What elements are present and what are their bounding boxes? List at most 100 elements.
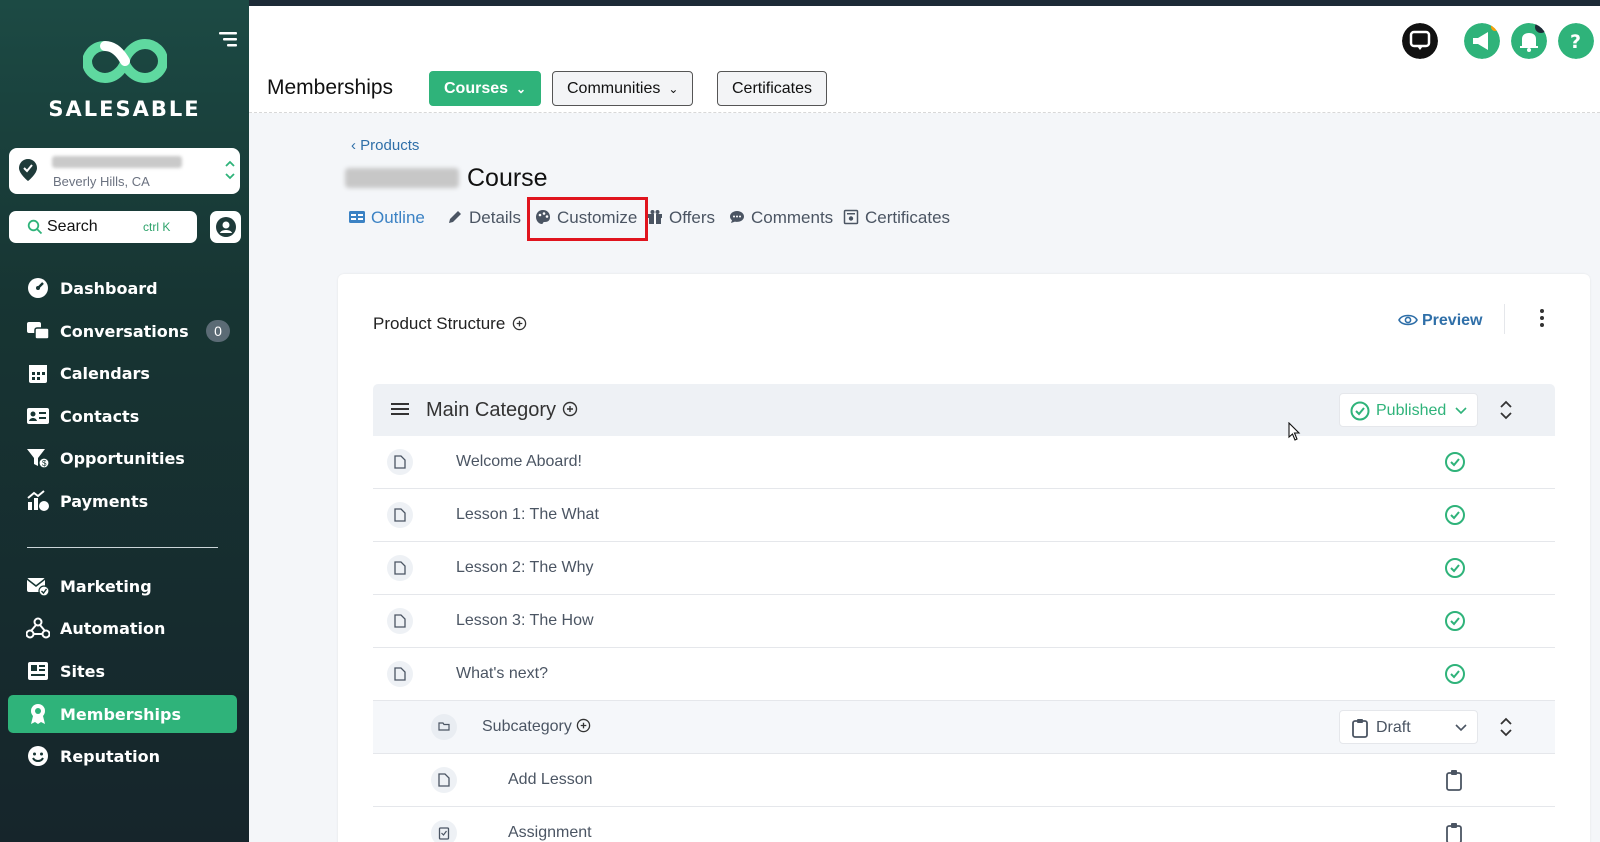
collapse-expand-icon[interactable] <box>1499 398 1513 422</box>
product-structure-card: Product Structure Preview Main Category … <box>338 274 1590 842</box>
mouse-cursor-icon <box>1288 422 1301 441</box>
category-row[interactable]: Main Category Published <box>373 384 1555 436</box>
collapse-expand-icon[interactable] <box>1499 715 1513 739</box>
chevron-down-icon <box>1455 407 1467 415</box>
tab-details[interactable]: Details <box>447 208 521 228</box>
payments-icon <box>27 490 49 511</box>
smile-icon <box>28 746 48 766</box>
certificates-button[interactable]: Certificates <box>717 71 828 106</box>
automation-icon <box>26 617 50 639</box>
search-shortcut: ctrl K <box>143 220 171 234</box>
folder-icon <box>431 714 457 740</box>
document-icon <box>387 608 413 634</box>
preview-button[interactable]: Preview <box>1398 312 1482 330</box>
search-button[interactable]: Search ctrl K <box>9 211 197 243</box>
conversations-count-badge: 0 <box>206 320 230 342</box>
search-label: Search <box>47 218 98 235</box>
mail-check-icon <box>26 578 50 597</box>
help-icon[interactable]: ? <box>1558 23 1594 59</box>
communities-dropdown[interactable]: Communities ⌄ <box>552 71 694 106</box>
section-title: Memberships <box>267 76 394 99</box>
more-options-icon[interactable] <box>1538 306 1546 330</box>
filter-dollar-icon: $ <box>27 449 50 469</box>
lesson-row[interactable]: Lesson 1: The What <box>373 489 1555 542</box>
sidebar-item-payments[interactable]: Payments <box>8 482 237 520</box>
eye-icon <box>1398 314 1418 326</box>
top-header: ? <box>249 6 1600 66</box>
location-name-redacted <box>52 156 182 168</box>
tab-certificates[interactable]: Certificates <box>843 208 950 228</box>
page-title: Course <box>345 164 548 193</box>
lesson-row[interactable]: Lesson 3: The How <box>373 595 1555 648</box>
svg-text:?: ? <box>1570 31 1581 53</box>
customize-tab-highlight <box>527 197 648 241</box>
chat-widget-icon[interactable] <box>1402 23 1438 59</box>
sidebar-item-memberships[interactable]: Memberships <box>8 695 237 733</box>
brand-name: SALESABLE <box>48 97 201 121</box>
tab-offers[interactable]: Offers <box>647 208 715 228</box>
check-circle-icon <box>1445 611 1465 631</box>
contacts-icon <box>27 408 49 424</box>
document-icon <box>387 661 413 687</box>
add-circle-icon[interactable] <box>562 401 578 417</box>
check-circle-icon <box>1445 558 1465 578</box>
breadcrumb[interactable]: ‹ Products <box>351 137 419 154</box>
document-icon <box>387 502 413 528</box>
sidebar-item-conversations[interactable]: Conversations 0 <box>8 312 237 350</box>
chat-icon <box>27 322 50 340</box>
document-icon <box>387 449 413 475</box>
check-circle-icon <box>1350 401 1370 421</box>
subcategory-status-select[interactable]: Draft <box>1339 710 1478 744</box>
dashboard-icon <box>28 278 48 298</box>
check-circle-icon <box>1445 452 1465 472</box>
lesson-row[interactable]: Assignment <box>373 807 1555 842</box>
profile-button[interactable] <box>210 211 241 243</box>
announcement-icon[interactable] <box>1464 23 1500 59</box>
tab-comments[interactable]: Comments <box>729 208 833 228</box>
sidebar-item-reputation[interactable]: Reputation <box>8 737 237 775</box>
location-switcher[interactable]: Beverly Hills, CA <box>9 148 240 194</box>
product-structure-title: Product Structure <box>373 314 527 334</box>
add-circle-icon[interactable] <box>512 316 527 331</box>
clipboard-icon <box>1446 823 1462 842</box>
chevron-updown-icon <box>225 160 235 180</box>
brand-logo[interactable]: SALESABLE <box>0 36 249 121</box>
chevron-left-icon: ‹ <box>351 137 361 154</box>
comment-icon <box>730 211 744 223</box>
clipboard-icon <box>1352 719 1368 738</box>
location-city: Beverly Hills, CA <box>53 174 150 189</box>
award-icon <box>31 704 45 724</box>
memberships-subnav: Memberships Courses ⌄ Communities ⌄ Certif… <box>249 66 1600 113</box>
sidebar-item-sites[interactable]: Sites <box>8 652 237 690</box>
chevron-down-icon <box>1455 724 1467 732</box>
infinity-logo-icon <box>81 38 168 84</box>
drag-handle-icon[interactable] <box>391 401 409 417</box>
notifications-bell-icon[interactable] <box>1511 23 1547 59</box>
courses-dropdown[interactable]: Courses ⌄ <box>429 71 542 106</box>
add-circle-icon[interactable] <box>576 718 591 733</box>
lesson-row[interactable]: What's next? <box>373 648 1555 701</box>
lesson-row[interactable]: Welcome Aboard! <box>373 436 1555 489</box>
outline-icon <box>349 211 365 223</box>
check-circle-icon <box>1445 664 1465 684</box>
subcategory-row[interactable]: Subcategory Draft <box>373 701 1555 754</box>
calendar-icon <box>29 365 47 383</box>
sidebar-item-calendars[interactable]: Calendars <box>8 354 237 392</box>
sidebar-item-marketing[interactable]: Marketing <box>8 567 237 605</box>
chevron-down-icon: ⌄ <box>668 82 679 96</box>
sidebar-item-opportunities[interactable]: $ Opportunities <box>8 439 237 477</box>
gift-icon <box>648 210 662 224</box>
clipboard-icon <box>1446 770 1462 791</box>
document-icon <box>431 767 457 793</box>
category-status-select[interactable]: Published <box>1339 393 1478 427</box>
tab-outline[interactable]: Outline <box>349 208 425 228</box>
lesson-row[interactable]: Lesson 2: The Why <box>373 542 1555 595</box>
assignment-icon <box>431 820 457 842</box>
lesson-row[interactable]: Add Lesson <box>373 754 1555 807</box>
search-icon <box>27 219 43 235</box>
sidebar-item-automation[interactable]: Automation <box>8 609 237 647</box>
check-circle-icon <box>1445 505 1465 525</box>
sidebar-item-dashboard[interactable]: Dashboard <box>8 269 237 307</box>
category-name: Main Category <box>426 399 578 422</box>
sidebar-item-contacts[interactable]: Contacts <box>8 397 237 435</box>
